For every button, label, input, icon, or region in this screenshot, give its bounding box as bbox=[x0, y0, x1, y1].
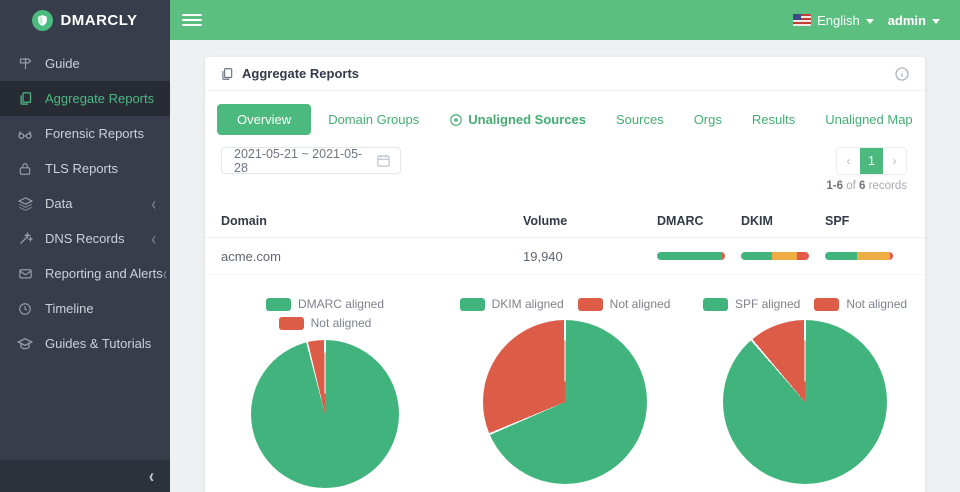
tab-overview[interactable]: Overview bbox=[217, 104, 312, 135]
table-header-row: Domain Volume DMARC DKIM SPF bbox=[205, 204, 925, 238]
tab-results[interactable]: Results bbox=[739, 105, 808, 134]
domain-table: Domain Volume DMARC DKIM SPF acme.com 19… bbox=[205, 204, 925, 275]
dkim-legend: DKIM aligned Not aligned bbox=[459, 297, 670, 311]
date-range-picker[interactable]: 2021-05-21 ~ 2021-05-28 bbox=[221, 146, 401, 175]
sidebar-item-reporting-and-alerts[interactable]: Reporting and Alerts ‹ bbox=[0, 256, 170, 291]
tab-domain-groups[interactable]: Domain Groups bbox=[315, 105, 432, 134]
next-page-button[interactable]: › bbox=[883, 148, 906, 174]
chevron-left-icon: ‹ bbox=[151, 193, 156, 214]
graduation-cap-icon bbox=[17, 336, 33, 352]
pages-icon bbox=[220, 67, 234, 81]
spf-result-bar bbox=[825, 252, 893, 260]
layers-icon bbox=[17, 196, 33, 212]
info-icon[interactable] bbox=[894, 66, 910, 82]
col-header-dkim: DKIM bbox=[741, 213, 773, 228]
tab-orgs[interactable]: Orgs bbox=[681, 105, 735, 134]
calendar-icon bbox=[376, 153, 391, 168]
table-row[interactable]: acme.com 19,940 bbox=[205, 238, 925, 275]
shield-icon bbox=[32, 9, 54, 31]
green-swatch bbox=[702, 297, 728, 311]
collapse-sidebar-icon[interactable]: ‹ bbox=[149, 465, 154, 487]
topbar: English admin bbox=[170, 0, 960, 40]
pagination: ‹ 1 › 1-6 of 6 records bbox=[826, 147, 907, 192]
dkim-pie[interactable] bbox=[483, 320, 647, 484]
spf-legend: SPF aligned Not aligned bbox=[702, 297, 907, 311]
lock-icon bbox=[17, 161, 33, 177]
date-range-value: 2021-05-21 ~ 2021-05-28 bbox=[234, 146, 363, 175]
user-menu[interactable]: admin bbox=[888, 13, 926, 28]
spf-pie[interactable] bbox=[723, 320, 887, 484]
dkim-pie-chart: DKIM aligned Not aligned bbox=[445, 297, 685, 488]
spf-pie-chart: SPF aligned Not aligned bbox=[685, 297, 925, 488]
brand-logo[interactable]: DMARCLY bbox=[0, 0, 170, 40]
red-swatch bbox=[814, 297, 840, 311]
red-swatch bbox=[278, 316, 304, 330]
chevron-left-icon: ‹ bbox=[162, 263, 168, 284]
menu-toggle-icon[interactable] bbox=[182, 11, 202, 29]
brand-name: DMARCLY bbox=[60, 11, 138, 29]
domain-cell: acme.com bbox=[221, 248, 281, 264]
legend-item-dmarc-aligned[interactable]: DMARC aligned bbox=[265, 297, 384, 311]
red-swatch bbox=[577, 297, 603, 311]
dmarc-result-bar bbox=[657, 252, 725, 260]
sidebar-item-aggregate-reports[interactable]: Aggregate Reports bbox=[0, 81, 170, 116]
glasses-icon bbox=[17, 126, 33, 142]
dmarc-legend: DMARC aligned Not aligned bbox=[265, 297, 384, 330]
dmarc-pie-chart: DMARC aligned Not aligned bbox=[205, 297, 445, 488]
col-header-volume: Volume bbox=[523, 213, 568, 228]
sidebar: DMARCLY Guide Aggregate Reports Forensic… bbox=[0, 0, 170, 492]
chevron-down-icon bbox=[865, 18, 874, 24]
green-swatch bbox=[459, 297, 485, 311]
sidebar-item-guides-tutorials[interactable]: Guides & Tutorials bbox=[0, 326, 170, 361]
col-header-spf: SPF bbox=[825, 213, 850, 228]
filter-row: 2021-05-21 ~ 2021-05-28 ‹ 1 › 1-6 of 6 r… bbox=[205, 139, 925, 192]
pages-icon bbox=[17, 91, 33, 107]
card-header: Aggregate Reports bbox=[205, 57, 925, 91]
legend-item-not-aligned[interactable]: Not aligned bbox=[278, 316, 371, 330]
tab-unaligned-map[interactable]: Unaligned Map bbox=[812, 105, 925, 134]
sidebar-collapse-bar: ‹ bbox=[0, 460, 170, 492]
prev-page-button[interactable]: ‹ bbox=[837, 148, 860, 174]
col-header-dmarc: DMARC bbox=[657, 213, 704, 228]
wand-icon bbox=[17, 231, 33, 247]
clock-icon bbox=[17, 301, 33, 317]
aggregate-reports-card: Aggregate Reports Overview Domain Groups… bbox=[205, 57, 925, 492]
topbar-right: English admin bbox=[793, 13, 942, 28]
page-1-button[interactable]: 1 bbox=[860, 148, 883, 174]
mailbox-icon bbox=[17, 266, 33, 282]
dmarc-pie[interactable] bbox=[251, 340, 399, 488]
page-title: Aggregate Reports bbox=[242, 66, 360, 81]
main-content: Aggregate Reports Overview Domain Groups… bbox=[170, 40, 960, 492]
sidebar-item-tls-reports[interactable]: TLS Reports bbox=[0, 151, 170, 186]
sidebar-item-dns-records[interactable]: DNS Records ‹ bbox=[0, 221, 170, 256]
us-flag-icon bbox=[793, 14, 812, 26]
tab-unaligned-sources[interactable]: Unaligned Sources bbox=[436, 105, 599, 134]
col-header-domain: Domain bbox=[221, 213, 267, 228]
pager: ‹ 1 › bbox=[836, 147, 907, 175]
chevron-down-icon bbox=[932, 18, 940, 24]
volume-cell: 19,940 bbox=[523, 248, 563, 264]
tab-sources[interactable]: Sources bbox=[603, 105, 677, 134]
legend-item-dkim-aligned[interactable]: DKIM aligned bbox=[459, 297, 564, 311]
signpost-icon bbox=[17, 56, 33, 72]
legend-item-not-aligned[interactable]: Not aligned bbox=[577, 297, 670, 311]
sidebar-item-timeline[interactable]: Timeline bbox=[0, 291, 170, 326]
chevron-left-icon: ‹ bbox=[151, 228, 156, 249]
legend-item-spf-aligned[interactable]: SPF aligned bbox=[702, 297, 800, 311]
sidebar-item-guide[interactable]: Guide bbox=[0, 46, 170, 81]
sidebar-item-forensic-reports[interactable]: Forensic Reports bbox=[0, 116, 170, 151]
legend-item-not-aligned[interactable]: Not aligned bbox=[814, 297, 907, 311]
sidebar-nav: Guide Aggregate Reports Forensic Reports… bbox=[0, 46, 170, 361]
dkim-result-bar bbox=[741, 252, 809, 260]
target-icon bbox=[449, 113, 463, 127]
green-swatch bbox=[265, 297, 291, 311]
records-summary: 1-6 of 6 records bbox=[826, 180, 907, 192]
pie-charts-row: DMARC aligned Not aligned DKIM aligned N… bbox=[205, 297, 925, 488]
sidebar-item-data[interactable]: Data ‹ bbox=[0, 186, 170, 221]
language-selector[interactable]: English bbox=[817, 13, 860, 28]
tab-bar: Overview Domain Groups Unaligned Sources… bbox=[205, 91, 925, 139]
